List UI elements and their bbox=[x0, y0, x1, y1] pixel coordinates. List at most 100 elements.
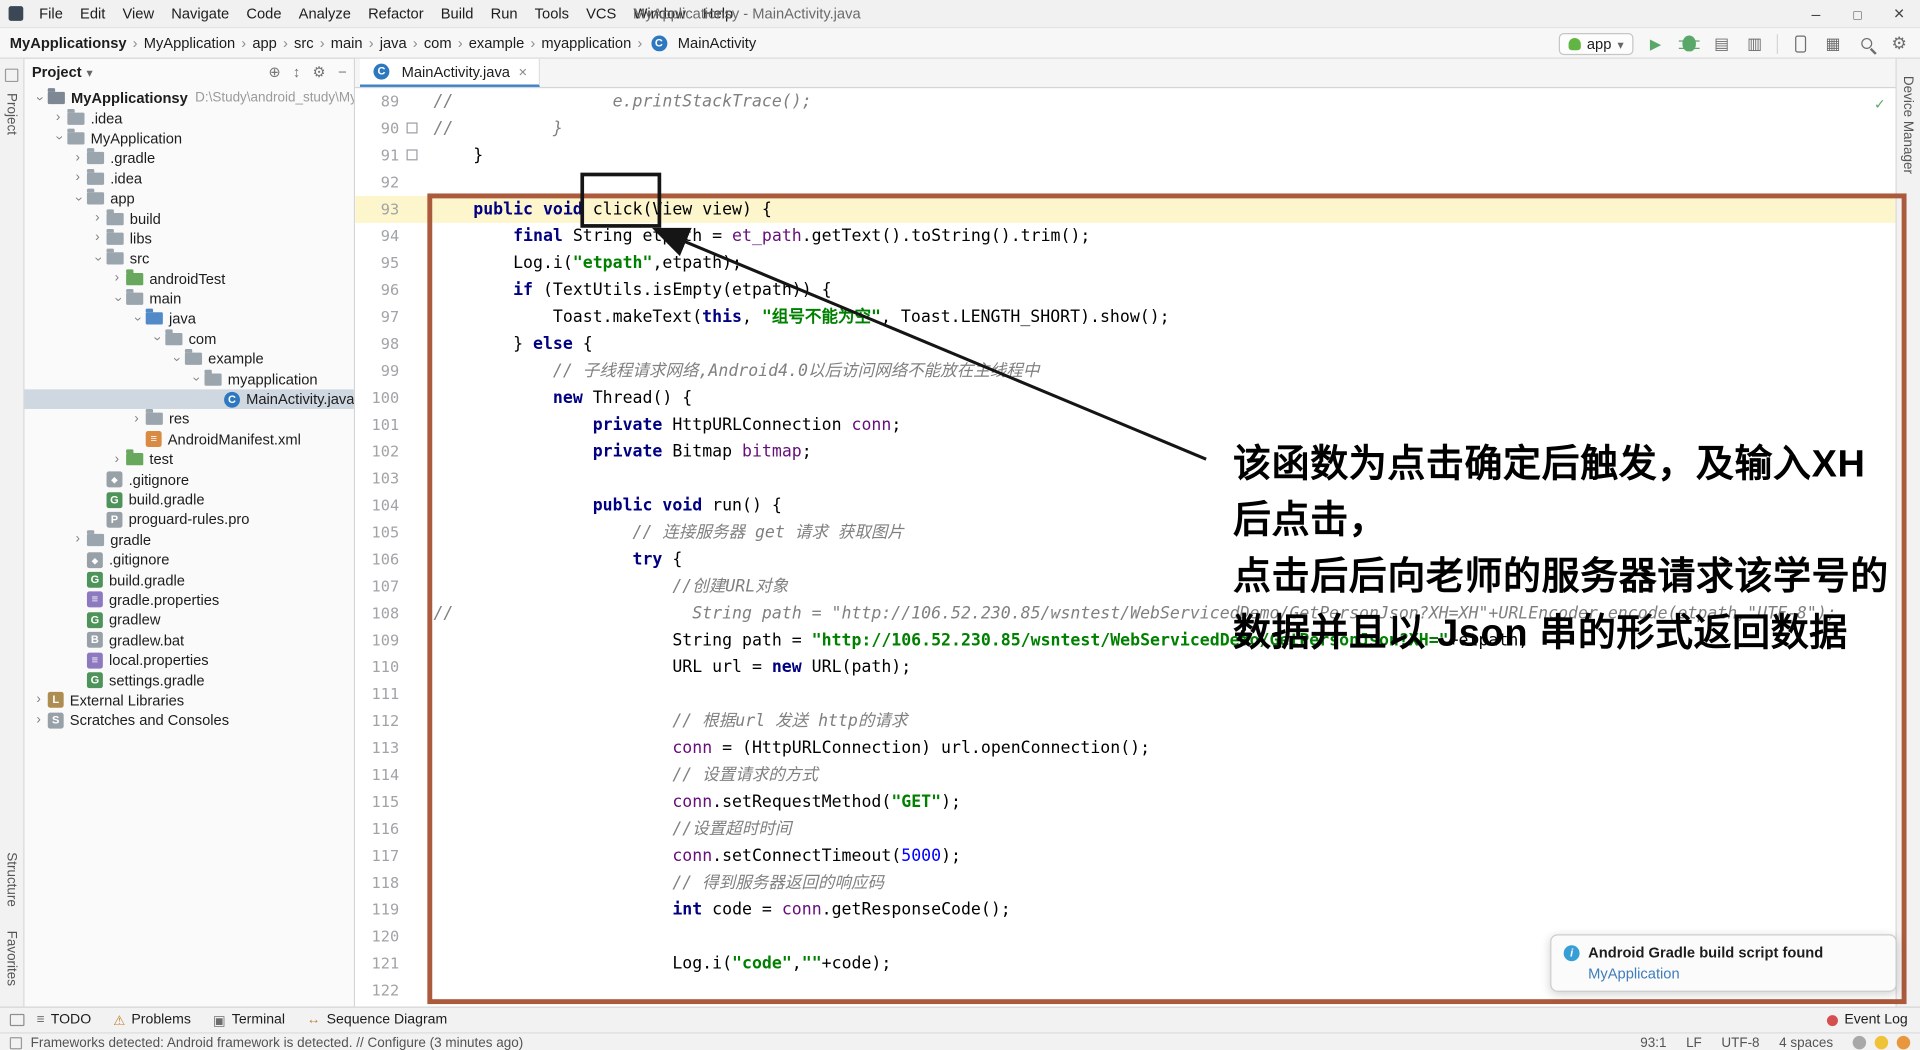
expand-arrow[interactable] bbox=[189, 372, 202, 385]
tree-item--gitignore[interactable]: .gitignore bbox=[24, 469, 353, 489]
breadcrumb-item[interactable]: com bbox=[424, 34, 452, 51]
expand-arrow[interactable] bbox=[91, 212, 104, 225]
device-manager-button[interactable] bbox=[1789, 32, 1811, 54]
editor-gutter[interactable]: 92 bbox=[355, 169, 433, 196]
run-button[interactable] bbox=[1644, 32, 1666, 54]
editor-gutter[interactable]: 94 bbox=[355, 223, 433, 250]
editor-gutter[interactable]: 114 bbox=[355, 762, 433, 789]
editor-gutter[interactable]: 121 bbox=[355, 950, 433, 977]
hide-panel-icon[interactable] bbox=[338, 64, 347, 81]
tree-item-gradle[interactable]: gradle bbox=[24, 529, 353, 550]
toolwindow-icon[interactable] bbox=[4, 68, 19, 83]
expand-arrow[interactable] bbox=[51, 112, 64, 125]
fold-marker[interactable] bbox=[406, 149, 418, 161]
breadcrumb-item[interactable]: example bbox=[469, 34, 525, 51]
editor-gutter[interactable]: 97 bbox=[355, 304, 433, 331]
tree-item-com[interactable]: com bbox=[24, 329, 353, 349]
gear-icon[interactable] bbox=[313, 64, 326, 81]
status-lf[interactable]: LF bbox=[1686, 1035, 1702, 1050]
settings-button[interactable] bbox=[1888, 32, 1910, 54]
tree-item-gradlew-bat[interactable]: gradlew.bat bbox=[24, 630, 353, 650]
tab-mainactivity[interactable]: MainActivity.java bbox=[359, 58, 540, 87]
notification-link[interactable]: MyApplication bbox=[1588, 965, 1679, 982]
tree-item-myapplicationsy[interactable]: MyApplicationsy D:\Study\android_study\My… bbox=[24, 88, 354, 108]
close-icon[interactable] bbox=[519, 63, 528, 80]
emoji-feedback-icon[interactable] bbox=[1874, 1035, 1889, 1050]
tree-item-build-gradle[interactable]: build.gradle bbox=[24, 490, 353, 510]
menu-refactor[interactable]: Refactor bbox=[360, 5, 433, 22]
expand-arrow[interactable] bbox=[51, 132, 64, 145]
breadcrumb-item[interactable]: myapplication bbox=[541, 34, 631, 51]
maximize-button[interactable] bbox=[1837, 0, 1879, 28]
tree-item-gradle-properties[interactable]: gradle.properties bbox=[24, 590, 353, 610]
expand-arrow[interactable] bbox=[91, 252, 104, 265]
menu-view[interactable]: View bbox=[114, 5, 163, 22]
editor-gutter[interactable]: 122 bbox=[355, 977, 433, 1004]
breadcrumb-item[interactable]: main bbox=[331, 34, 363, 51]
editor-gutter[interactable]: 105 bbox=[355, 519, 433, 546]
tree-item-example[interactable]: example bbox=[24, 349, 353, 369]
editor-gutter[interactable]: 109 bbox=[355, 627, 433, 654]
editor-gutter[interactable]: 89 bbox=[355, 88, 433, 115]
editor-gutter[interactable]: 120 bbox=[355, 923, 433, 950]
tree-item-build[interactable]: build bbox=[24, 208, 353, 229]
editor-gutter[interactable]: 96 bbox=[355, 277, 433, 304]
lock-icon[interactable] bbox=[1852, 1035, 1867, 1050]
editor-gutter[interactable]: 108 bbox=[355, 600, 433, 627]
menu-run[interactable]: Run bbox=[482, 5, 526, 22]
tree-item-androidtest[interactable]: androidTest bbox=[24, 269, 353, 289]
fold-marker[interactable] bbox=[406, 122, 418, 134]
tree-item-java[interactable]: java bbox=[24, 309, 353, 329]
notification-popup[interactable]: Android Gradle build script found MyAppl… bbox=[1550, 934, 1897, 992]
editor-gutter[interactable]: 110 bbox=[355, 654, 433, 681]
expand-arrow[interactable] bbox=[32, 694, 45, 707]
tree-item-main[interactable]: main bbox=[24, 289, 353, 309]
toolwindow-switcher-icon[interactable] bbox=[9, 1013, 25, 1027]
status-4-spaces[interactable]: 4 spaces bbox=[1779, 1035, 1833, 1050]
search-everywhere-button[interactable] bbox=[1855, 32, 1877, 54]
locate-file-icon[interactable] bbox=[268, 64, 280, 81]
tree-item-test[interactable]: test bbox=[24, 449, 353, 469]
breadcrumb-item[interactable]: MainActivity bbox=[648, 34, 756, 51]
editor-gutter[interactable]: 91 bbox=[355, 142, 433, 169]
expand-arrow[interactable] bbox=[71, 172, 84, 185]
editor-gutter[interactable]: 95 bbox=[355, 250, 433, 277]
expand-arrow[interactable] bbox=[91, 232, 104, 245]
editor-gutter[interactable]: 99 bbox=[355, 358, 433, 385]
tree-item-src[interactable]: src bbox=[24, 248, 353, 269]
tree-item-myapplication[interactable]: MyApplication bbox=[24, 128, 353, 148]
tree-item-libs[interactable]: libs bbox=[24, 228, 353, 249]
editor-gutter[interactable]: 119 bbox=[355, 896, 433, 923]
expand-arrow[interactable] bbox=[110, 292, 123, 305]
toolwindow-button-todo[interactable]: TODO bbox=[37, 1013, 91, 1028]
editor-gutter[interactable]: 104 bbox=[355, 492, 433, 519]
tree-item--gitignore[interactable]: .gitignore bbox=[24, 550, 353, 570]
editor-gutter[interactable]: 112 bbox=[355, 708, 433, 735]
breadcrumb-item[interactable]: MyApplicationsy bbox=[10, 34, 127, 51]
tree-item-myapplication[interactable]: myapplication bbox=[24, 369, 353, 389]
editor-gutter[interactable]: 118 bbox=[355, 869, 433, 896]
menu-analyze[interactable]: Analyze bbox=[290, 5, 359, 22]
debug-button[interactable] bbox=[1678, 32, 1700, 54]
menu-vcs[interactable]: VCS bbox=[578, 5, 625, 22]
expand-arrow[interactable] bbox=[71, 533, 84, 546]
breadcrumb-item[interactable]: src bbox=[294, 34, 314, 51]
editor-gutter[interactable]: 102 bbox=[355, 438, 433, 465]
editor-gutter[interactable]: 98 bbox=[355, 331, 433, 358]
status-utf-8[interactable]: UTF-8 bbox=[1721, 1035, 1759, 1050]
toolstrip-favorites[interactable]: Favorites bbox=[4, 931, 19, 986]
editor-gutter[interactable]: 93 bbox=[355, 196, 433, 223]
toolwindow-button-problems[interactable]: Problems bbox=[113, 1012, 190, 1028]
tree-item-androidmanifest-xml[interactable]: AndroidManifest.xml bbox=[24, 429, 353, 449]
breadcrumb-item[interactable]: java bbox=[380, 34, 407, 51]
toolstrip-structure[interactable]: Structure bbox=[4, 852, 19, 907]
tree-item-scratches-and-consoles[interactable]: Scratches and Consoles bbox=[24, 710, 353, 730]
editor-gutter[interactable]: 111 bbox=[355, 681, 433, 708]
editor-gutter[interactable]: 116 bbox=[355, 816, 433, 843]
expand-arrow[interactable] bbox=[169, 352, 182, 365]
toolstrip-device-manager[interactable]: Device Manager bbox=[1900, 76, 1915, 174]
toolwindow-button-terminal[interactable]: Terminal bbox=[213, 1012, 285, 1028]
tree-item-build-gradle[interactable]: build.gradle bbox=[24, 570, 353, 590]
notification-icon[interactable] bbox=[1896, 1035, 1911, 1050]
expand-arrow[interactable] bbox=[32, 91, 45, 104]
